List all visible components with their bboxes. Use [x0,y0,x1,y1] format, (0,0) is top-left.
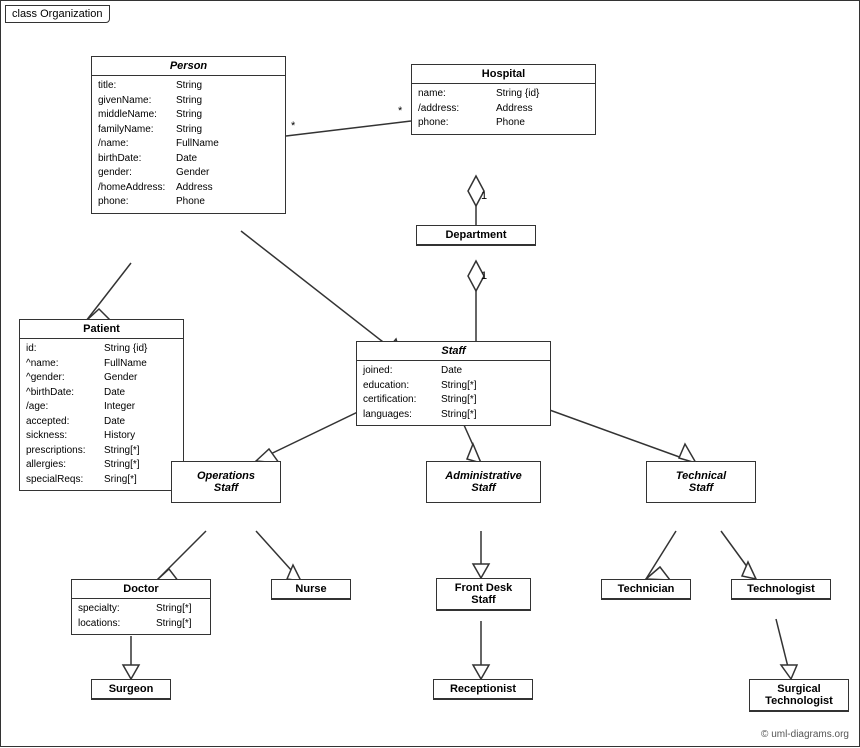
class-administrative-staff: AdministrativeStaff [426,461,541,503]
department-name: Department [417,226,535,245]
class-surgeon: Surgeon [91,679,171,700]
receptionist-name: Receptionist [434,680,532,699]
doctor-attrs: specialty:String[*] locations:String[*] [72,599,210,634]
class-department: Department [416,225,536,246]
class-surgical-technologist: SurgicalTechnologist [749,679,849,712]
class-operations-staff: OperationsStaff [171,461,281,503]
class-receptionist: Receptionist [433,679,533,700]
doctor-name: Doctor [72,580,210,599]
svg-text:1: 1 [481,190,487,202]
svg-text:1: 1 [481,270,487,282]
class-technical-staff: TechnicalStaff [646,461,756,503]
class-front-desk-staff: Front DeskStaff [436,578,531,611]
class-nurse: Nurse [271,579,351,600]
svg-text:*: * [291,120,296,132]
svg-text:*: * [398,105,403,117]
operations-staff-name: OperationsStaff [172,466,280,498]
technical-staff-name: TechnicalStaff [647,466,755,498]
technologist-name: Technologist [732,580,830,599]
technician-name: Technician [602,580,690,599]
class-technician: Technician [601,579,691,600]
staff-attrs: joined:Date education:String[*] certific… [357,361,550,425]
class-hospital: Hospital name:String {id} /address:Addre… [411,64,596,135]
person-attrs: title:String givenName:String middleName… [92,76,285,213]
front-desk-staff-name: Front DeskStaff [437,579,530,610]
copyright: © uml-diagrams.org [761,729,849,740]
diagram-title: class Organization [5,5,110,23]
class-patient: Patient id:String {id} ^name:FullName ^g… [19,319,184,491]
class-person: Person title:String givenName:String mid… [91,56,286,214]
class-doctor: Doctor specialty:String[*] locations:Str… [71,579,211,635]
patient-attrs: id:String {id} ^name:FullName ^gender:Ge… [20,339,183,490]
class-staff: Staff joined:Date education:String[*] ce… [356,341,551,426]
surgical-technologist-name: SurgicalTechnologist [750,680,848,711]
nurse-name: Nurse [272,580,350,599]
hospital-name: Hospital [412,65,595,84]
surgeon-name: Surgeon [92,680,170,699]
class-technologist: Technologist [731,579,831,600]
administrative-staff-name: AdministrativeStaff [427,466,540,498]
person-name: Person [92,57,285,76]
uml-diagram: class Organization * * 1 * 1 * [0,0,860,747]
patient-name: Patient [20,320,183,339]
staff-name: Staff [357,342,550,361]
hospital-attrs: name:String {id} /address:Address phone:… [412,84,595,134]
